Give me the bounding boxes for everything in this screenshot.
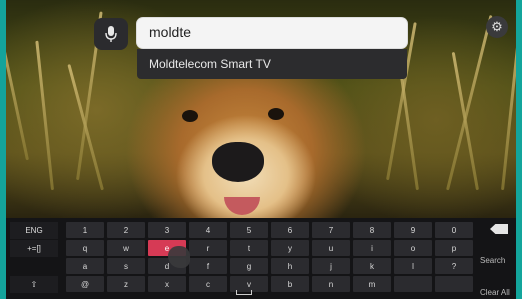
key[interactable]: w [107,240,145,256]
key[interactable] [394,276,432,292]
key[interactable]: i [353,240,391,256]
search-key[interactable]: Search [480,256,505,265]
key[interactable]: k [353,258,391,274]
key[interactable]: 7 [312,222,350,238]
key[interactable]: a [66,258,104,274]
key[interactable]: b [271,276,309,292]
key[interactable]: 8 [353,222,391,238]
key[interactable]: u [312,240,350,256]
language-key[interactable]: ENG [10,222,58,239]
key[interactable]: t [230,240,268,256]
key[interactable]: 6 [271,222,309,238]
key[interactable]: y [271,240,309,256]
search-input[interactable]: moldte [137,18,407,48]
key[interactable] [435,276,473,292]
key[interactable]: s [107,258,145,274]
key[interactable]: @ [66,276,104,292]
settings-button[interactable]: ⚙ [486,16,508,38]
key[interactable]: q [66,240,104,256]
key[interactable]: h [271,258,309,274]
key[interactable]: f [189,258,227,274]
hand-pointer-icon [168,246,190,268]
key[interactable]: 2 [107,222,145,238]
tv-frame-right [516,0,522,299]
key[interactable]: 9 [394,222,432,238]
clear-all-key[interactable]: Clear All [480,288,510,297]
key[interactable]: 1 [66,222,104,238]
key[interactable]: r [189,240,227,256]
microphone-icon [105,26,117,42]
keyboard-side-column: ENG +=[] ⇧ [6,218,60,299]
key[interactable]: z [107,276,145,292]
backspace-icon[interactable] [490,224,508,234]
key[interactable]: g [230,258,268,274]
gear-icon: ⚙ [491,19,503,34]
keyboard-right-column: Search Clear All [478,218,516,299]
search-query-text: moldte [149,24,192,40]
key[interactable]: c [189,276,227,292]
symbols-key[interactable]: +=[] [10,240,58,257]
key[interactable]: 3 [148,222,186,238]
key[interactable]: m [353,276,391,292]
key[interactable]: n [312,276,350,292]
key[interactable]: ? [435,258,473,274]
key[interactable]: j [312,258,350,274]
suggestion-label: Moldtelecom Smart TV [149,57,271,71]
key[interactable]: 0 [435,222,473,238]
key[interactable]: 4 [189,222,227,238]
key[interactable]: x [148,276,186,292]
shift-key[interactable]: ⇧ [10,276,58,293]
key[interactable]: p [435,240,473,256]
space-icon[interactable] [236,290,252,295]
voice-search-button[interactable] [94,18,128,50]
search-suggestion[interactable]: Moldtelecom Smart TV [137,49,407,79]
key[interactable]: l [394,258,432,274]
key[interactable]: o [394,240,432,256]
key[interactable]: 5 [230,222,268,238]
on-screen-keyboard: ENG +=[] ⇧ 1 2 3 4 5 6 7 8 9 0 q w e r t… [6,218,516,299]
